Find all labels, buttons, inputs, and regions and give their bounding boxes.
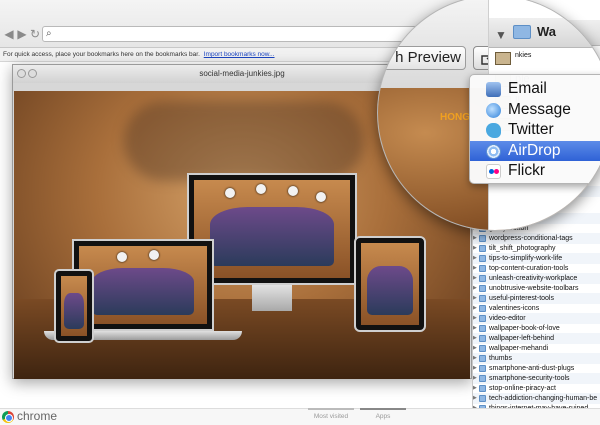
close-window-icon[interactable] <box>17 69 26 78</box>
chrome-logo-icon <box>2 411 14 423</box>
back-icon[interactable]: ◀ <box>2 27 16 41</box>
folder-icon <box>479 345 486 352</box>
open-in-preview-button[interactable]: h Preview <box>378 46 466 70</box>
folder-icon <box>479 315 486 322</box>
share-menu-item-flickr[interactable]: Flickr <box>470 161 600 182</box>
folder-icon <box>479 365 486 372</box>
folder-icon <box>479 325 486 332</box>
message-icon <box>486 102 501 118</box>
airdrop-icon <box>486 143 501 159</box>
share-menu-label: Message <box>508 100 571 118</box>
folder-icon <box>479 375 486 382</box>
share-menu-label: AirDrop <box>508 141 561 159</box>
chrome-wordmark: chrome <box>17 409 58 423</box>
search-icon: ⌕ <box>46 28 52 39</box>
folder-icon <box>513 25 531 39</box>
folder-icon <box>479 255 486 262</box>
tab-apps-label: Apps <box>375 413 391 420</box>
import-bookmarks-link[interactable]: Import bookmarks now... <box>204 51 275 58</box>
tab-most-visited-label: Most visited <box>313 413 349 420</box>
new-tab-footer: chrome Most visited Apps <box>0 408 600 425</box>
preview-file-name: social-media-junkies.jpg <box>199 69 285 78</box>
share-menu-label: Email <box>508 80 547 97</box>
zoomed-file-row[interactable]: nkies <box>489 48 600 70</box>
zoomed-image-text: HONG <box>440 112 470 123</box>
zoomed-folder-name: Wa <box>537 24 557 39</box>
share-menu-label: Twitter <box>508 121 554 138</box>
folder-icon <box>479 335 486 342</box>
bookmarks-bar-hint: For quick access, place your bookmarks h… <box>3 51 200 58</box>
reload-icon[interactable]: ↻ <box>28 27 42 41</box>
share-menu-item-message[interactable]: Message <box>470 100 600 121</box>
folder-icon <box>479 355 486 362</box>
zoomed-folder-header: ▼ Wa <box>489 18 600 48</box>
phone-device <box>54 269 94 343</box>
zoomed-file-label: nkies <box>515 52 532 59</box>
folder-icon <box>479 295 486 302</box>
email-icon <box>486 82 501 97</box>
tab-apps[interactable]: Apps <box>360 408 406 420</box>
share-menu-label: Flickr <box>508 162 546 179</box>
twitter-icon <box>486 123 501 138</box>
share-menu-item-email[interactable]: Email <box>470 79 600 100</box>
folder-icon <box>479 285 486 292</box>
magnifier-lens: HONG h Preview ⤡ ▼ Wa nkies ple ll ng Em… <box>377 0 600 231</box>
tablet-device <box>354 236 426 332</box>
flickr-icon <box>486 164 501 179</box>
minimize-window-icon[interactable] <box>28 69 37 78</box>
folder-icon <box>479 305 486 312</box>
tab-most-visited[interactable]: Most visited <box>308 408 354 420</box>
folder-icon <box>479 245 486 252</box>
folder-icon <box>479 275 486 282</box>
imac-stand <box>252 285 292 311</box>
share-menu: Email Message Twitter AirDrop Flickr <box>469 74 600 184</box>
disclosure-triangle-icon[interactable]: ▼ <box>495 28 507 42</box>
background-crowd <box>124 101 364 181</box>
folder-icon <box>479 395 486 402</box>
share-menu-item-twitter[interactable]: Twitter <box>470 120 600 141</box>
folder-icon <box>479 265 486 272</box>
forward-icon[interactable]: ▶ <box>15 27 29 41</box>
folder-icon <box>479 235 486 242</box>
share-menu-item-airdrop[interactable]: AirDrop <box>470 140 600 161</box>
folder-icon <box>479 385 486 392</box>
